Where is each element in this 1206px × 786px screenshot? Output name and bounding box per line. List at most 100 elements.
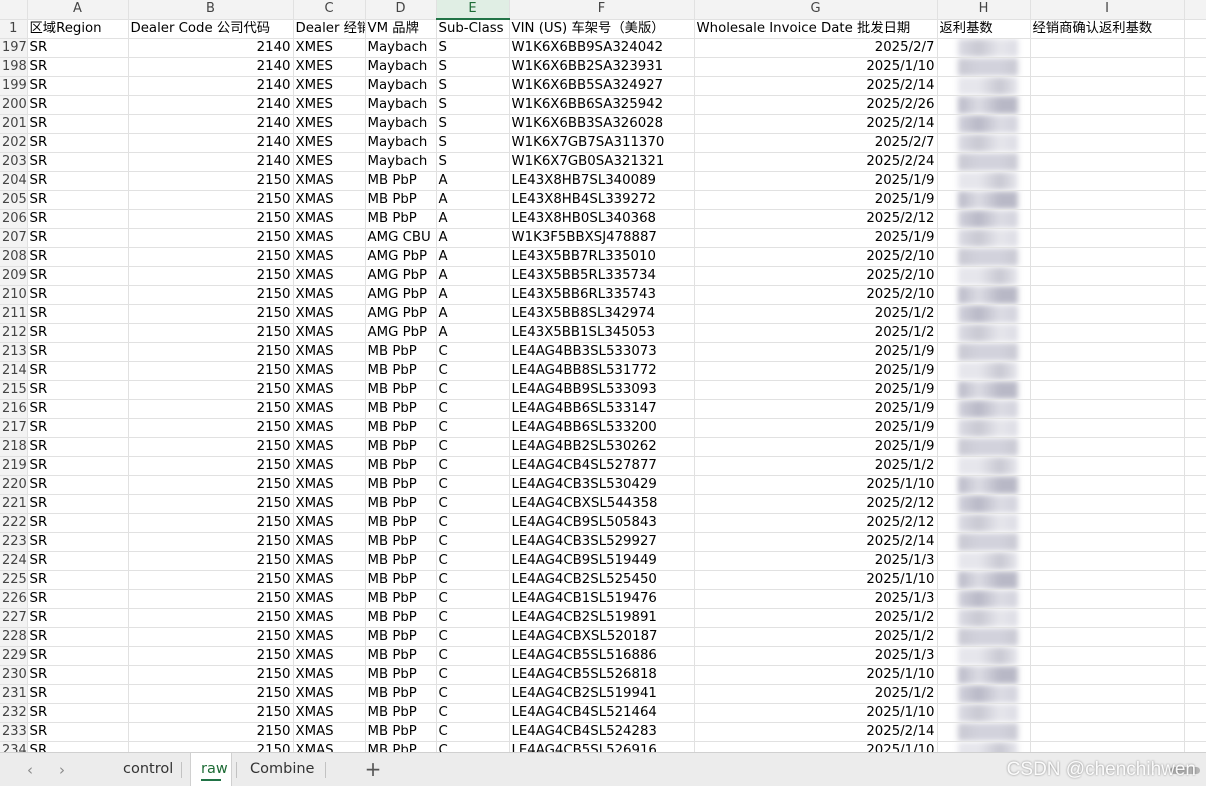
cell-dealer-confirmed-base[interactable] [1030, 114, 1185, 134]
cell-subclass[interactable]: C [436, 684, 510, 704]
cell-subclass[interactable]: A [436, 304, 510, 324]
cell-dealer-code[interactable]: 2140 [128, 114, 294, 134]
row-number[interactable]: 229 [0, 646, 28, 666]
cell-brand[interactable]: MB PbP [365, 532, 437, 552]
cell-dealer-code[interactable]: 2150 [128, 190, 294, 210]
cell-brand[interactable]: AMG CBU [365, 228, 437, 248]
cell-region[interactable]: SR [27, 228, 129, 248]
row-number[interactable]: 225 [0, 570, 28, 590]
cell-subclass[interactable]: C [436, 589, 510, 609]
empty-cell[interactable] [1184, 684, 1206, 704]
column-letter-d[interactable]: D [365, 0, 437, 20]
tab-control[interactable]: control [113, 753, 181, 786]
cell-vin[interactable]: LE4AG4CB4SL527877 [509, 456, 695, 476]
cell-vin[interactable]: W1K6X6BB9SA324042 [509, 38, 695, 58]
cell-vin[interactable]: LE43X5BB6RL335743 [509, 285, 695, 305]
cell-vin[interactable]: LE43X5BB5RL335734 [509, 266, 695, 286]
cell-vin[interactable]: LE4AG4CB4SL521464 [509, 703, 695, 723]
cell-vin[interactable]: LE4AG4CB3SL530429 [509, 475, 695, 495]
cell-rebate-base-redacted[interactable] [937, 190, 1031, 210]
cell-region[interactable]: SR [27, 741, 129, 752]
empty-cell[interactable] [1184, 38, 1206, 58]
cell-dealer[interactable]: XMAS [293, 589, 366, 609]
cell-brand[interactable]: AMG PbP [365, 304, 437, 324]
cell-dealer-code[interactable]: 2140 [128, 152, 294, 172]
column-header-b[interactable]: Dealer Code 公司代码 [128, 19, 294, 39]
cell-vin[interactable]: LE4AG4BB8SL531772 [509, 361, 695, 381]
cell-region[interactable]: SR [27, 475, 129, 495]
empty-cell[interactable] [1184, 741, 1206, 752]
cell-brand[interactable]: MB PbP [365, 570, 437, 590]
empty-cell[interactable] [1184, 285, 1206, 305]
row-number[interactable]: 1 [0, 19, 28, 39]
cell-region[interactable]: SR [27, 114, 129, 134]
cell-vin[interactable]: LE4AG4CB2SL519941 [509, 684, 695, 704]
cell-dealer-code[interactable]: 2150 [128, 304, 294, 324]
cell-dealer-code[interactable]: 2140 [128, 76, 294, 96]
cell-dealer-confirmed-base[interactable] [1030, 304, 1185, 324]
row-number[interactable]: 231 [0, 684, 28, 704]
empty-cell[interactable] [1184, 133, 1206, 153]
cell-dealer[interactable]: XMAS [293, 608, 366, 628]
cell-vin[interactable]: LE43X5BB1SL345053 [509, 323, 695, 343]
cell-dealer-confirmed-base[interactable] [1030, 380, 1185, 400]
cell-dealer-confirmed-base[interactable] [1030, 361, 1185, 381]
cell-invoice-date[interactable]: 2025/1/2 [694, 608, 938, 628]
cell-dealer[interactable]: XMES [293, 114, 366, 134]
cell-dealer[interactable]: XMAS [293, 209, 366, 229]
empty-cell[interactable] [1184, 608, 1206, 628]
cell-invoice-date[interactable]: 2025/1/2 [694, 323, 938, 343]
cell-brand[interactable]: Maybach [365, 95, 437, 115]
cell-invoice-date[interactable]: 2025/1/2 [694, 456, 938, 476]
cell-dealer-confirmed-base[interactable] [1030, 494, 1185, 514]
cell-vin[interactable]: LE4AG4CBXSL544358 [509, 494, 695, 514]
empty-cell[interactable] [1184, 342, 1206, 362]
cell-vin[interactable]: LE4AG4CB5SL526916 [509, 741, 695, 752]
cell-invoice-date[interactable]: 2025/1/9 [694, 190, 938, 210]
cell-subclass[interactable]: S [436, 95, 510, 115]
cell-brand[interactable]: MB PbP [365, 361, 437, 381]
cell-invoice-date[interactable]: 2025/1/10 [694, 57, 938, 77]
cell-dealer[interactable]: XMAS [293, 304, 366, 324]
cell-brand[interactable]: MB PbP [365, 608, 437, 628]
cell-vin[interactable]: LE4AG4CBXSL520187 [509, 627, 695, 647]
empty-cell[interactable] [1184, 532, 1206, 552]
cell-dealer[interactable]: XMES [293, 38, 366, 58]
cell-invoice-date[interactable]: 2025/1/2 [694, 684, 938, 704]
column-header-f[interactable]: VIN (US) 车架号（美版） [509, 19, 695, 39]
cell-dealer[interactable]: XMAS [293, 513, 366, 533]
row-number[interactable]: 213 [0, 342, 28, 362]
empty-cell[interactable] [1184, 209, 1206, 229]
cell-rebate-base-redacted[interactable] [937, 532, 1031, 552]
cell-dealer[interactable]: XMAS [293, 247, 366, 267]
cell-region[interactable]: SR [27, 570, 129, 590]
cell-invoice-date[interactable]: 2025/2/12 [694, 494, 938, 514]
row-number[interactable]: 233 [0, 722, 28, 742]
cell-dealer[interactable]: XMES [293, 95, 366, 115]
cell-vin[interactable]: W1K6X6BB5SA324927 [509, 76, 695, 96]
empty-cell[interactable] [1184, 570, 1206, 590]
cell-rebate-base-redacted[interactable] [937, 133, 1031, 153]
column-letter-c[interactable]: C [293, 0, 366, 20]
empty-cell[interactable] [1184, 665, 1206, 685]
cell-region[interactable]: SR [27, 342, 129, 362]
cell-vin[interactable]: LE4AG4CB3SL529927 [509, 532, 695, 552]
row-number[interactable]: 207 [0, 228, 28, 248]
cell-dealer-confirmed-base[interactable] [1030, 76, 1185, 96]
cell-rebate-base-redacted[interactable] [937, 551, 1031, 571]
cell-invoice-date[interactable]: 2025/1/10 [694, 475, 938, 495]
cell-rebate-base-redacted[interactable] [937, 684, 1031, 704]
row-number[interactable]: 220 [0, 475, 28, 495]
cell-subclass[interactable]: C [436, 551, 510, 571]
cell-invoice-date[interactable]: 2025/2/26 [694, 95, 938, 115]
cell-dealer-code[interactable]: 2150 [128, 551, 294, 571]
cell-rebate-base-redacted[interactable] [937, 475, 1031, 495]
cell-region[interactable]: SR [27, 285, 129, 305]
tab-raw[interactable]: raw [190, 753, 232, 786]
cell-vin[interactable]: W1K3F5BBXSJ478887 [509, 228, 695, 248]
row-number[interactable]: 203 [0, 152, 28, 172]
cell-dealer[interactable]: XMAS [293, 627, 366, 647]
cell-subclass[interactable]: C [436, 342, 510, 362]
cell-vin[interactable]: LE4AG4BB2SL530262 [509, 437, 695, 457]
cell-dealer-confirmed-base[interactable] [1030, 323, 1185, 343]
